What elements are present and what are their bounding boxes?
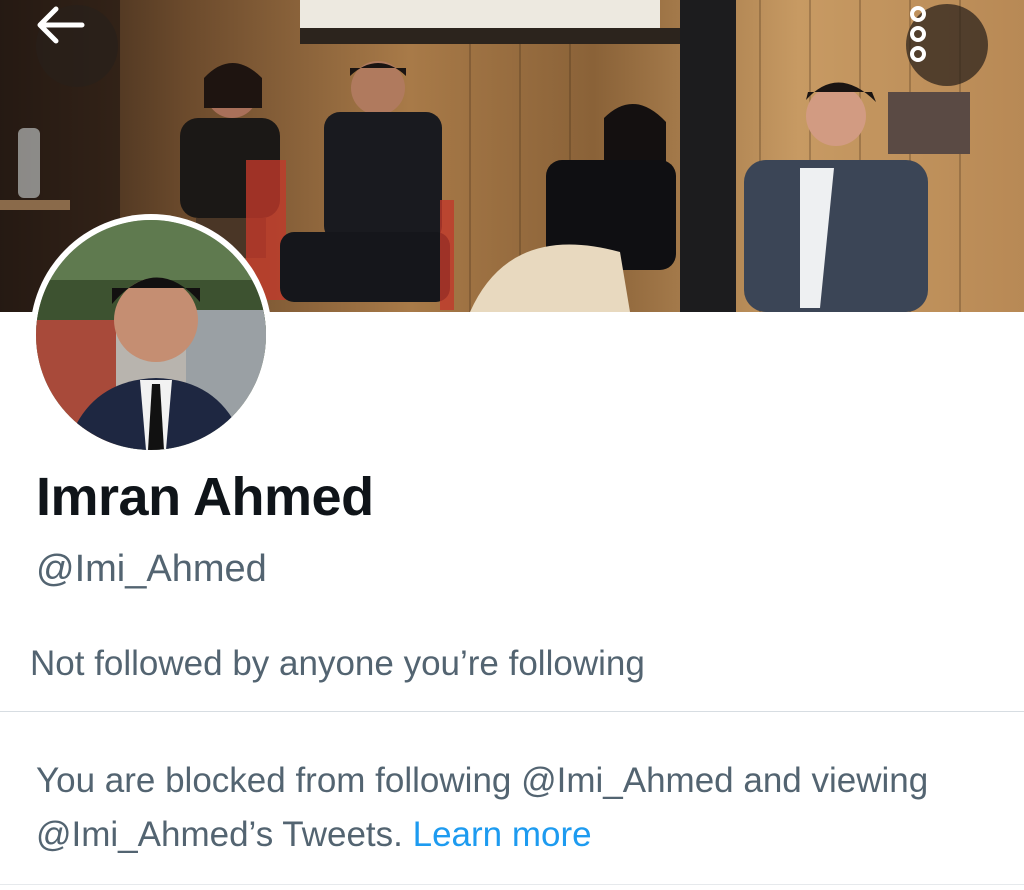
more-vertical-icon xyxy=(910,6,926,62)
avatar[interactable] xyxy=(30,214,272,456)
display-name: Imran Ahmed xyxy=(36,467,374,527)
avatar-image xyxy=(36,220,266,450)
arrow-left-icon xyxy=(37,6,85,44)
followers-you-know-note: Not followed by anyone you’re following xyxy=(30,644,645,683)
divider xyxy=(0,711,1024,712)
back-button[interactable] xyxy=(36,5,118,87)
divider xyxy=(0,884,1024,885)
blocked-notice: You are blocked from following @Imi_Ahme… xyxy=(36,754,996,862)
learn-more-link[interactable]: Learn more xyxy=(413,815,592,854)
handle: @Imi_Ahmed xyxy=(36,548,267,590)
more-options-button[interactable] xyxy=(906,4,988,86)
